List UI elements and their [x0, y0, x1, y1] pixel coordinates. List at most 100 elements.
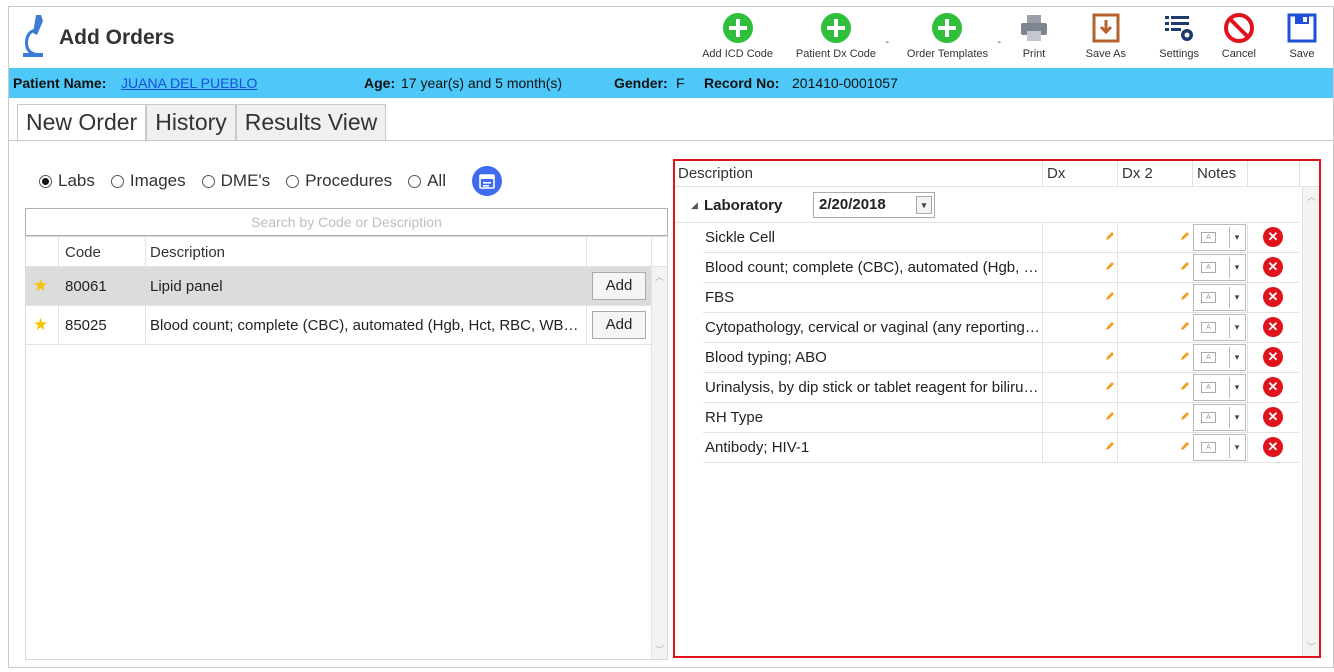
collapse-triangle-icon[interactable]: ◢	[691, 200, 698, 211]
notes-column-header[interactable]: Notes	[1197, 165, 1236, 182]
note-icon: A	[1201, 262, 1216, 273]
code-column-header[interactable]: Code	[65, 244, 101, 261]
patient-dx-dropdown-caret[interactable]: -	[885, 37, 889, 48]
dx2-column-header[interactable]: Dx 2	[1122, 165, 1153, 182]
scroll-down-icon[interactable]: ﹀	[655, 643, 664, 656]
notes-dropdown[interactable]: A ▾	[1193, 224, 1246, 251]
age-value: 17 year(s) and 5 month(s)	[401, 75, 563, 91]
chevron-down-icon[interactable]: ▾	[1229, 317, 1244, 338]
chevron-down-icon[interactable]: ▾	[1229, 347, 1244, 368]
settings-button[interactable]: Settings	[1159, 11, 1199, 65]
notes-dropdown[interactable]: A ▾	[1193, 284, 1246, 311]
microscope-icon	[23, 15, 43, 57]
order-set-button[interactable]	[472, 166, 502, 196]
pencil-icon[interactable]	[1105, 261, 1115, 271]
notes-dropdown[interactable]: A ▾	[1193, 344, 1246, 371]
group-label: Laboratory	[704, 197, 783, 214]
table-row[interactable]: ★ 85025 Blood count; complete (CBC), aut…	[26, 306, 652, 345]
scroll-up-icon[interactable]: ︿	[1307, 190, 1316, 203]
patient-name-link[interactable]: JUANA DEL PUEBLO	[121, 75, 257, 91]
favorite-star-icon[interactable]: ★	[33, 276, 48, 296]
add-order-button[interactable]: Add	[592, 311, 646, 339]
pencil-icon[interactable]	[1180, 261, 1190, 271]
pencil-icon[interactable]	[1180, 231, 1190, 241]
pencil-icon[interactable]	[1105, 351, 1115, 361]
add-order-button[interactable]: Add	[592, 272, 646, 300]
tab-results-view[interactable]: Results View	[235, 104, 387, 140]
order-search-input[interactable]	[26, 209, 667, 235]
orders-scrollbar[interactable]: ︿ ﹀	[1302, 187, 1319, 656]
pencil-icon[interactable]	[1180, 411, 1190, 421]
print-button[interactable]: Print	[1017, 11, 1051, 65]
notes-dropdown[interactable]: A ▾	[1193, 404, 1246, 431]
chevron-down-icon[interactable]: ▾	[1229, 407, 1244, 428]
pencil-icon[interactable]	[1105, 291, 1115, 301]
no-entry-icon	[1222, 11, 1256, 45]
order-row[interactable]: Antibody; HIV-1 A ▾ ✕	[703, 433, 1299, 463]
table-row[interactable]: ★ 80061 Lipid panel Add	[26, 267, 652, 306]
chevron-down-icon[interactable]: ▾	[916, 196, 932, 214]
favorite-star-icon[interactable]: ★	[33, 315, 48, 335]
remove-order-icon[interactable]: ✕	[1263, 347, 1283, 367]
scroll-down-icon[interactable]: ﹀	[1307, 640, 1316, 653]
dx-column-header[interactable]: Dx	[1047, 165, 1065, 182]
save-as-button[interactable]: Save As	[1086, 11, 1126, 65]
catalog-scrollbar[interactable]: ︿ ﹀	[651, 267, 667, 659]
order-row[interactable]: Blood count; complete (CBC), automated (…	[703, 253, 1299, 283]
order-type-filter: Labs Images DME's Procedures All	[39, 166, 502, 196]
notes-dropdown[interactable]: A ▾	[1193, 314, 1246, 341]
chevron-down-icon[interactable]: ▾	[1229, 377, 1244, 398]
order-catalog-grid: Code Description ★ 80061 Lipid panel Add…	[25, 236, 668, 660]
patient-info-bar: Patient Name: JUANA DEL PUEBLO Age: 17 y…	[9, 68, 1333, 98]
order-templates-button[interactable]: Order Templates	[907, 11, 988, 65]
order-search-box	[25, 208, 668, 236]
filter-procedures-radio[interactable]: Procedures	[286, 171, 392, 191]
remove-order-icon[interactable]: ✕	[1263, 407, 1283, 427]
pencil-icon[interactable]	[1105, 321, 1115, 331]
pencil-icon[interactable]	[1180, 381, 1190, 391]
filter-all-radio[interactable]: All	[408, 171, 446, 191]
notes-dropdown[interactable]: A ▾	[1193, 434, 1246, 461]
filter-labs-radio[interactable]: Labs	[39, 171, 95, 191]
tab-new-order[interactable]: New Order	[17, 104, 147, 142]
description-column-header[interactable]: Description	[678, 165, 753, 182]
tab-history[interactable]: History	[146, 104, 236, 140]
order-row[interactable]: FBS A ▾ ✕	[703, 283, 1299, 313]
chevron-down-icon[interactable]: ▾	[1229, 257, 1244, 278]
order-row[interactable]: RH Type A ▾ ✕	[703, 403, 1299, 433]
order-templates-dropdown-caret[interactable]: -	[997, 37, 1001, 48]
patient-dx-code-button[interactable]: Patient Dx Code	[796, 11, 876, 65]
order-row[interactable]: Urinalysis, by dip stick or tablet reage…	[703, 373, 1299, 403]
cancel-button[interactable]: Cancel	[1222, 11, 1256, 65]
pencil-icon[interactable]	[1180, 321, 1190, 331]
chevron-down-icon[interactable]: ▾	[1229, 287, 1244, 308]
filter-dmes-radio[interactable]: DME's	[201, 171, 270, 191]
order-row[interactable]: Cytopathology, cervical or vaginal (any …	[703, 313, 1299, 343]
description-column-header[interactable]: Description	[150, 244, 225, 261]
pencil-icon[interactable]	[1105, 231, 1115, 241]
notes-dropdown[interactable]: A ▾	[1193, 254, 1246, 281]
order-row[interactable]: Blood typing; ABO A ▾ ✕	[703, 343, 1299, 373]
chevron-down-icon[interactable]: ▾	[1229, 437, 1244, 458]
note-icon: A	[1201, 322, 1216, 333]
order-row[interactable]: Sickle Cell A ▾ ✕	[703, 223, 1299, 253]
scroll-up-icon[interactable]: ︿	[655, 270, 664, 283]
filter-images-radio[interactable]: Images	[110, 171, 186, 191]
pencil-icon[interactable]	[1105, 381, 1115, 391]
pencil-icon[interactable]	[1180, 441, 1190, 451]
add-icd-code-button[interactable]: Add ICD Code	[702, 11, 773, 65]
pencil-icon[interactable]	[1180, 291, 1190, 301]
remove-order-icon[interactable]: ✕	[1263, 257, 1283, 277]
pencil-icon[interactable]	[1105, 441, 1115, 451]
notes-dropdown[interactable]: A ▾	[1193, 374, 1246, 401]
remove-order-icon[interactable]: ✕	[1263, 317, 1283, 337]
pencil-icon[interactable]	[1180, 351, 1190, 361]
order-date-picker[interactable]: 2/20/2018 ▾	[813, 192, 935, 218]
pencil-icon[interactable]	[1105, 411, 1115, 421]
remove-order-icon[interactable]: ✕	[1263, 377, 1283, 397]
remove-order-icon[interactable]: ✕	[1263, 437, 1283, 457]
chevron-down-icon[interactable]: ▾	[1229, 227, 1244, 248]
remove-order-icon[interactable]: ✕	[1263, 227, 1283, 247]
save-button[interactable]: Save	[1285, 11, 1319, 65]
remove-order-icon[interactable]: ✕	[1263, 287, 1283, 307]
